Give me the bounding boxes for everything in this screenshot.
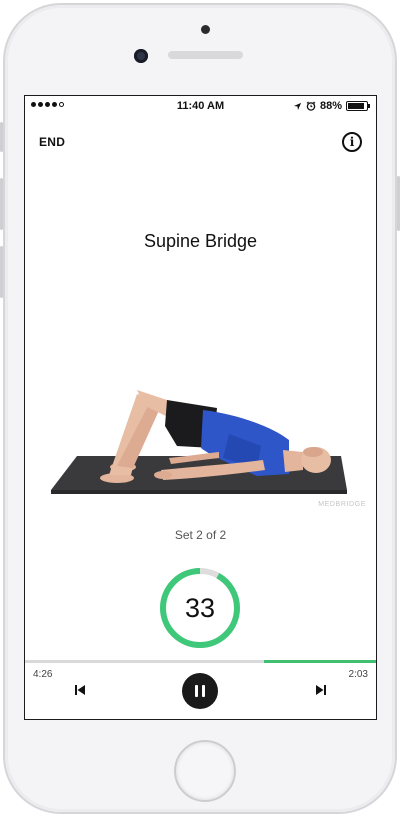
timer-value: 33 [184,593,216,623]
exercise-title: Supine Bridge [143,231,258,251]
elapsed-time: 4:26 [33,669,53,680]
playback-progress-fill [263,660,376,663]
status-bar: 11:40 AM 88% [25,96,376,116]
alarm-icon [306,101,316,111]
playback-progress-bar[interactable] [25,660,376,663]
exercise-demo-image [51,390,347,494]
remaining-time: 2:03 [348,669,368,680]
sensor-dot [201,25,210,34]
front-camera [134,49,148,63]
skip-next-icon[interactable] [313,682,329,698]
home-button[interactable] [174,740,236,802]
info-icon[interactable]: i [342,132,362,152]
status-indicators: 88% [293,100,370,112]
volume-down-button [0,246,3,298]
mute-switch [0,122,3,152]
set-counter: Set 2 of 2 [174,528,227,542]
skip-previous-icon[interactable] [72,682,88,698]
pause-button[interactable] [182,673,218,709]
app-screen: 11:40 AM 88% END i Supine Bridge MEDBRID… [24,95,377,720]
countdown-timer: 33 [158,566,242,650]
end-button[interactable]: END [39,135,65,149]
location-arrow-icon [293,102,302,110]
battery-icon [346,101,370,111]
pause-icon [195,685,198,697]
earpiece-speaker [168,51,243,59]
battery-percent: 88% [319,100,342,112]
volume-up-button [0,178,3,230]
watermark-logo: MEDBRIDGE [318,501,366,508]
